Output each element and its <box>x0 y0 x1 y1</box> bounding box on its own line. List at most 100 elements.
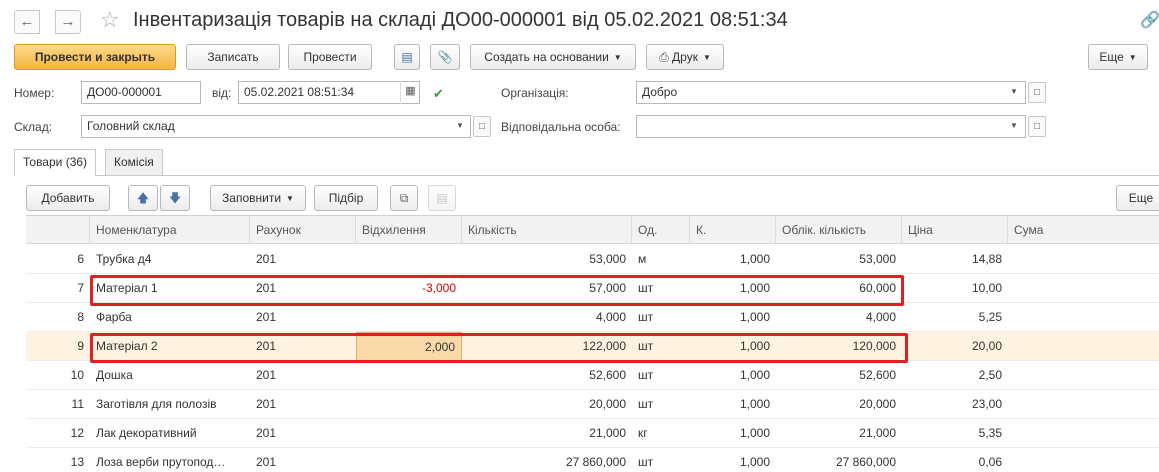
column-header-k[interactable]: К. <box>690 216 776 244</box>
number-field[interactable]: ДО00-000001 <box>81 81 201 104</box>
price-cell[interactable]: 0,06 <box>902 448 1008 472</box>
deviation-cell[interactable] <box>356 361 462 390</box>
accounting-qty-cell[interactable]: 52,600 <box>776 361 902 390</box>
column-header-deviation[interactable]: Відхилення <box>356 216 462 244</box>
link-icon[interactable]: 🔗 <box>1140 10 1159 30</box>
deviation-cell[interactable] <box>356 390 462 419</box>
account-cell[interactable]: 201 <box>250 390 356 419</box>
table-row[interactable]: 11 Заготівля для полозів 201 20,000 шт 1,000 2… <box>26 390 1159 419</box>
quantity-cell[interactable]: 57,000 <box>462 274 632 303</box>
move-down-button[interactable]: 🡇 <box>160 185 190 211</box>
unit-cell[interactable]: кг <box>632 419 690 448</box>
calendar-icon[interactable]: ▦ <box>400 81 420 104</box>
item-cell[interactable]: Лак декоративний <box>90 419 250 448</box>
accounting-qty-cell[interactable]: 53,000 <box>776 245 902 274</box>
column-header-item[interactable]: Номенклатура <box>90 216 250 244</box>
deviation-cell[interactable] <box>356 245 462 274</box>
arrow-left-icon[interactable]: ← <box>14 10 40 34</box>
k-cell[interactable]: 1,000 <box>690 448 776 472</box>
deviation-cell[interactable]: 2,000 <box>356 332 462 361</box>
k-cell[interactable]: 1,000 <box>690 361 776 390</box>
price-cell[interactable]: 5,35 <box>902 419 1008 448</box>
table-row[interactable]: 7 Матеріал 1 201 -3,000 57,000 шт 1,000 60,000 1… <box>26 274 1159 303</box>
account-cell[interactable]: 201 <box>250 245 356 274</box>
table-more-button[interactable]: Еще <box>1116 185 1159 211</box>
post-and-close-button[interactable]: Провести и закрыть <box>14 44 176 70</box>
responsible-field[interactable] <box>636 115 1026 138</box>
column-header-account[interactable]: Рахунок <box>250 216 356 244</box>
sum-cell[interactable] <box>1008 419 1159 448</box>
price-cell[interactable]: 14,88 <box>902 245 1008 274</box>
open-icon[interactable]: □ <box>1028 82 1046 103</box>
column-header-sum[interactable]: Сума <box>1008 216 1159 244</box>
more-button[interactable]: Еще ▼ <box>1088 44 1148 70</box>
account-cell[interactable]: 201 <box>250 332 356 361</box>
account-cell[interactable]: 201 <box>250 274 356 303</box>
sum-cell[interactable] <box>1008 332 1159 361</box>
unit-cell[interactable]: шт <box>632 274 690 303</box>
column-header-accounting-qty[interactable]: Облік. кількість <box>776 216 902 244</box>
deviation-cell[interactable] <box>356 419 462 448</box>
sum-cell[interactable] <box>1008 245 1159 274</box>
chevron-down-icon[interactable]: ▼ <box>450 115 470 138</box>
account-cell[interactable]: 201 <box>250 419 356 448</box>
table-row[interactable]: 12 Лак декоративний 201 21,000 кг 1,000 21,000… <box>26 419 1159 448</box>
item-cell[interactable]: Матеріал 1 <box>90 274 250 303</box>
item-cell[interactable]: Лоза верби прутопод… <box>90 448 250 472</box>
quantity-cell[interactable]: 4,000 <box>462 303 632 332</box>
unit-cell[interactable]: шт <box>632 332 690 361</box>
quantity-cell[interactable]: 53,000 <box>462 245 632 274</box>
open-icon[interactable]: □ <box>473 116 491 137</box>
create-based-on-button[interactable]: Создать на основании ▼ <box>470 44 636 70</box>
quantity-cell[interactable]: 122,000 <box>462 332 632 361</box>
item-cell[interactable]: Заготівля для полозів <box>90 390 250 419</box>
warehouse-field[interactable]: Головний склад <box>81 115 471 138</box>
price-cell[interactable]: 20,00 <box>902 332 1008 361</box>
accounting-qty-cell[interactable]: 20,000 <box>776 390 902 419</box>
unit-cell[interactable]: шт <box>632 390 690 419</box>
item-cell[interactable]: Дошка <box>90 361 250 390</box>
price-cell[interactable]: 5,25 <box>902 303 1008 332</box>
price-cell[interactable]: 10,00 <box>902 274 1008 303</box>
print-button[interactable]: ⎙ Друк ▼ <box>646 44 724 70</box>
table-row[interactable]: 6 Трубка д4 201 53,000 м 1,000 53,000 14,88 <box>26 245 1159 274</box>
date-field[interactable]: 05.02.2021 08:51:34 <box>238 81 420 104</box>
open-icon[interactable]: □ <box>1028 116 1046 137</box>
k-cell[interactable]: 1,000 <box>690 245 776 274</box>
star-icon[interactable]: ☆ <box>100 8 120 32</box>
sum-cell[interactable] <box>1008 361 1159 390</box>
column-header-price[interactable]: Ціна <box>902 216 1008 244</box>
save-button[interactable]: Записать <box>186 44 280 70</box>
deviation-cell[interactable] <box>356 303 462 332</box>
chevron-down-icon[interactable]: ▼ <box>1004 81 1024 104</box>
tab-goods[interactable]: Товари (36) <box>14 149 97 176</box>
item-cell[interactable]: Фарба <box>90 303 250 332</box>
goods-table[interactable]: Номенклатура Рахунок Відхилення Кількіст… <box>26 215 1159 472</box>
organization-field[interactable]: Добро <box>636 81 1026 104</box>
table-row[interactable]: 10 Дошка 201 52,600 шт 1,000 52,600 2,50 <box>26 361 1159 390</box>
unit-cell[interactable]: м <box>632 245 690 274</box>
sum-cell[interactable] <box>1008 303 1159 332</box>
price-cell[interactable]: 23,00 <box>902 390 1008 419</box>
post-button[interactable]: Провести <box>288 44 372 70</box>
k-cell[interactable]: 1,000 <box>690 274 776 303</box>
deviation-cell[interactable] <box>356 448 462 472</box>
item-cell[interactable]: Матеріал 2 <box>90 332 250 361</box>
account-cell[interactable]: 201 <box>250 448 356 472</box>
sum-cell[interactable] <box>1008 448 1159 472</box>
select-button[interactable]: Підбір <box>314 185 378 211</box>
quantity-cell[interactable]: 21,000 <box>462 419 632 448</box>
column-header-quantity[interactable]: Кількість <box>462 216 632 244</box>
accounting-qty-cell[interactable]: 60,000 <box>776 274 902 303</box>
accounting-qty-cell[interactable]: 21,000 <box>776 419 902 448</box>
unit-cell[interactable]: шт <box>632 303 690 332</box>
table-row[interactable]: 8 Фарба 201 4,000 шт 1,000 4,000 5,25 <box>26 303 1159 332</box>
table-row[interactable]: 9 Матеріал 2 201 2,000 122,000 шт 1,000 120,000… <box>26 332 1159 361</box>
quantity-cell[interactable]: 27 860,000 <box>462 448 632 472</box>
document-structure-button[interactable]: ▤ <box>394 44 420 70</box>
accounting-qty-cell[interactable]: 4,000 <box>776 303 902 332</box>
quantity-cell[interactable]: 52,600 <box>462 361 632 390</box>
copy-row-button[interactable]: ⧉ <box>390 185 418 211</box>
sum-cell[interactable] <box>1008 274 1159 303</box>
accounting-qty-cell[interactable]: 27 860,000 <box>776 448 902 472</box>
